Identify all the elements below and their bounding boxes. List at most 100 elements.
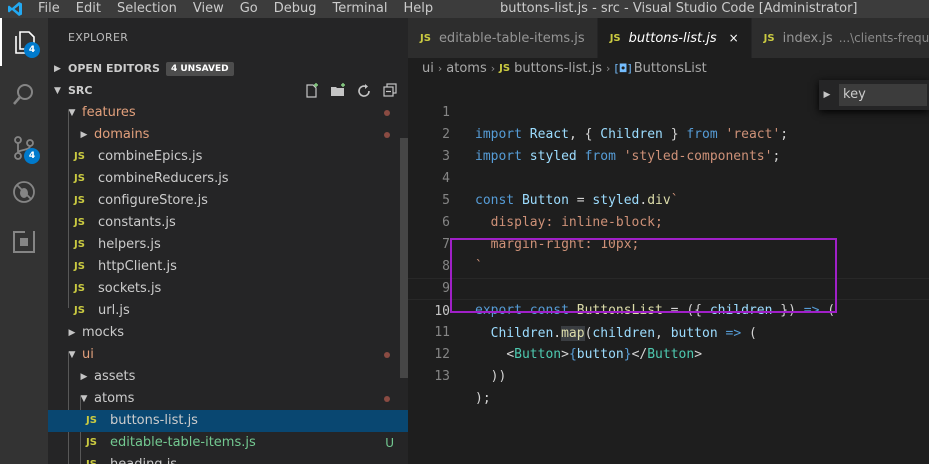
tab-description: ...\clients-frequency: [838, 31, 929, 45]
breadcrumb-file[interactable]: buttons-list.js: [514, 58, 602, 80]
tree-file-url[interactable]: JS url.js: [48, 300, 408, 322]
search-activity[interactable]: [0, 70, 48, 118]
close-icon[interactable]: ×: [729, 31, 739, 45]
chevron-right-icon: ▶: [80, 130, 88, 140]
open-editors-section[interactable]: ▶ OPEN EDITORS 4 UNSAVED: [48, 58, 408, 80]
tree-item-label: ui: [82, 347, 94, 362]
window-title: buttons-list.js - src - Visual Studio Co…: [500, 1, 858, 16]
tree-file-httpclient[interactable]: JS httpClient.js: [48, 256, 408, 278]
js-file-icon: JS: [74, 305, 85, 316]
git-status-badge: U: [385, 436, 394, 450]
modified-dot-icon: [384, 352, 390, 358]
tree-file-constants[interactable]: JS constants.js: [48, 212, 408, 234]
tree-item-label: combineReducers.js: [98, 171, 229, 186]
explorer-badge: 4: [24, 42, 40, 58]
chevron-right-icon: ›: [490, 62, 496, 75]
editor-group: JS editable-table-items.js JS buttons-li…: [408, 18, 929, 464]
activity-bar: 4 4: [0, 18, 48, 464]
tree-item-label: buttons-list.js: [110, 413, 198, 428]
scm-activity[interactable]: 4: [0, 124, 48, 172]
tree-file-heading[interactable]: JS heading.js: [48, 454, 408, 464]
tree-file-editable-table-items[interactable]: JS editable-table-items.js U: [48, 432, 408, 454]
tab-label: editable-table-items.js: [438, 30, 585, 46]
code-line: 5 display: inline-block;: [442, 193, 663, 230]
chevron-right-icon: ›: [437, 62, 443, 75]
breadcrumb-symbol[interactable]: ButtonsList: [634, 58, 707, 80]
tree-folder-mocks[interactable]: ▶ mocks: [48, 322, 408, 344]
js-file-icon: JS: [74, 217, 85, 228]
chevron-right-icon[interactable]: ▶: [819, 90, 835, 100]
code-line: 12 )): [434, 347, 507, 384]
new-folder-icon[interactable]: [330, 83, 346, 99]
explorer-activity[interactable]: 4: [0, 18, 48, 66]
code-line: 4 const Button = styled.div`: [442, 171, 679, 208]
js-file-icon: JS: [74, 173, 85, 184]
debug-icon: [13, 181, 35, 203]
title-bar: File Edit Selection View Go Debug Termin…: [0, 0, 929, 18]
tree-item-label: configureStore.js: [98, 193, 208, 208]
menu-edit[interactable]: Edit: [68, 0, 109, 18]
js-file-icon: JS: [74, 239, 85, 250]
menu-bar: File Edit Selection View Go Debug Termin…: [30, 0, 441, 18]
symbol-variable-icon: [◘]: [614, 62, 632, 75]
debug-activity[interactable]: [0, 168, 48, 216]
chevron-right-icon: ▶: [68, 328, 76, 338]
tree-file-helpers[interactable]: JS helpers.js: [48, 234, 408, 256]
menu-debug[interactable]: Debug: [266, 0, 325, 18]
menu-file[interactable]: File: [30, 0, 68, 18]
src-label: SRC: [68, 84, 93, 97]
tree-item-label: features: [82, 105, 136, 120]
refresh-icon[interactable]: [356, 83, 372, 99]
menu-help[interactable]: Help: [395, 0, 441, 18]
search-icon: [13, 84, 33, 105]
find-widget: ▶ key: [819, 80, 929, 110]
menu-view[interactable]: View: [185, 0, 232, 18]
menu-selection[interactable]: Selection: [109, 0, 185, 18]
editor-tabs: JS editable-table-items.js JS buttons-li…: [408, 18, 929, 58]
scm-badge: 4: [24, 148, 40, 164]
breadcrumb-ui[interactable]: ui: [422, 58, 434, 80]
tree-file-sockets[interactable]: JS sockets.js: [48, 278, 408, 300]
find-input[interactable]: key: [839, 84, 927, 106]
js-file-icon: JS: [86, 415, 97, 426]
collapse-all-icon[interactable]: [382, 83, 398, 99]
breadcrumb-atoms[interactable]: atoms: [446, 58, 486, 80]
tree-file-combinereducers[interactable]: JS combineReducers.js: [48, 168, 408, 190]
chevron-down-icon: ▼: [68, 108, 76, 118]
tab-index[interactable]: JS index.js ...\clients-frequency: [751, 18, 929, 58]
tree-item-label: heading.js: [110, 454, 177, 464]
tree-folder-assets[interactable]: ▶ assets: [48, 366, 408, 388]
js-file-icon: JS: [420, 32, 431, 44]
tree-folder-domains[interactable]: ▶ domains: [48, 124, 408, 146]
tab-editable-table-items[interactable]: JS editable-table-items.js: [408, 18, 598, 58]
unsaved-badge: 4 UNSAVED: [165, 62, 234, 76]
chevron-down-icon: ▼: [80, 394, 88, 404]
sidebar-scrollbar[interactable]: [400, 138, 408, 378]
tree-item-label: constants.js: [98, 215, 176, 230]
chevron-down-icon: ▼: [54, 86, 61, 96]
js-file-icon: JS: [86, 454, 106, 464]
tab-buttons-list[interactable]: JS buttons-list.js ×: [597, 18, 752, 58]
tree-file-buttons-list[interactable]: JS buttons-list.js: [48, 410, 408, 432]
chevron-right-icon: ›: [606, 62, 611, 75]
tree-file-configurestore[interactable]: JS configureStore.js: [48, 190, 408, 212]
code-editor[interactable]: 1 import React, { Children } from 'react…: [408, 80, 929, 464]
breadcrumb: ui › atoms › JS buttons-list.js › [◘] Bu…: [408, 58, 929, 80]
tree-item-label: helpers.js: [98, 237, 161, 252]
js-file-icon: JS: [74, 283, 85, 294]
highlight-annotation-box: [450, 238, 837, 313]
tree-folder-ui[interactable]: ▼ ui: [48, 344, 408, 366]
tree-file-combineepics[interactable]: JS combineEpics.js: [48, 146, 408, 168]
sidebar-title: EXPLORER: [68, 31, 129, 44]
menu-terminal[interactable]: Terminal: [325, 0, 396, 18]
extensions-activity[interactable]: [0, 218, 48, 266]
new-file-icon[interactable]: [304, 83, 320, 99]
chevron-right-icon: ▶: [54, 64, 61, 74]
tree-folder-features[interactable]: ▼ features: [48, 102, 408, 124]
menu-go[interactable]: Go: [232, 0, 266, 18]
tab-label: buttons-list.js: [628, 30, 717, 46]
code-line: 13 );: [434, 369, 491, 406]
tree-folder-atoms[interactable]: ▼ atoms: [48, 388, 408, 410]
modified-dot-icon: [384, 132, 390, 138]
src-section[interactable]: ▼ SRC: [48, 80, 408, 102]
